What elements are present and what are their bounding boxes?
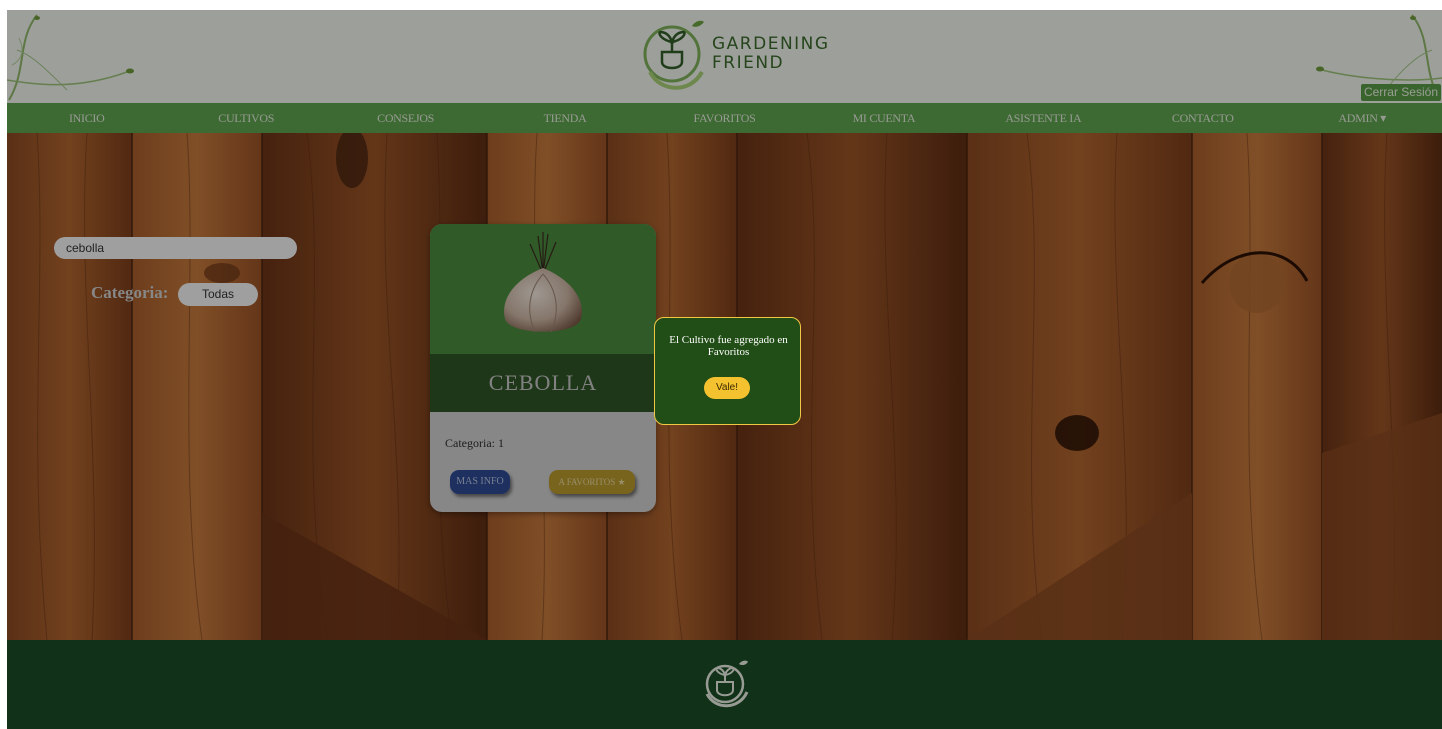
nav-item-inicio[interactable]: INICIO [7, 103, 166, 133]
category-label: Categoria: [91, 283, 169, 302]
nav-item-contacto[interactable]: CONTACTO [1123, 103, 1282, 133]
onion-image [504, 232, 582, 333]
add-favorites-button[interactable]: A FAVORITOS ★ [549, 470, 635, 494]
category-select[interactable]: Todas [178, 283, 258, 306]
crop-card: CEBOLLA Categoria: 1 MAS INFO A FAVORITO… [430, 224, 656, 512]
favorites-confirmation-dialog: El Cultivo fue agregado en Favoritos Val… [654, 317, 801, 425]
site-header: GARDENING FRIEND Cerrar Sesión [7, 10, 1442, 103]
crop-title-band: CEBOLLA [430, 354, 656, 412]
more-info-button[interactable]: MAS INFO [450, 470, 510, 494]
nav-item-cultivos[interactable]: CULTIVOS [166, 103, 325, 133]
brand-name-line2: FRIEND [712, 53, 785, 73]
sprout-logo-icon [643, 20, 704, 90]
brand-logo[interactable]: GARDENING FRIEND [640, 12, 830, 98]
dialog-ok-button[interactable]: Vale! [704, 377, 750, 399]
logout-button[interactable]: Cerrar Sesión [1360, 84, 1441, 101]
nav-item-asistente-ia[interactable]: ASISTENTE IA [964, 103, 1123, 133]
nav-item-consejos[interactable]: CONSEJOS [326, 103, 485, 133]
nav-item-tienda[interactable]: TIENDA [485, 103, 644, 133]
decorative-vine-left [7, 14, 134, 101]
crop-image [430, 224, 656, 354]
main-nav: INICIO CULTIVOS CONSEJOS TIENDA FAVORITO… [7, 103, 1442, 133]
page: GARDENING FRIEND Cerrar Sesión INICIO CU… [7, 10, 1442, 729]
search-input[interactable] [54, 237, 297, 259]
sprout-logo-icon [705, 660, 749, 708]
nav-item-admin[interactable]: ADMIN ▾ [1283, 103, 1442, 133]
nav-item-favoritos[interactable]: FAVORITOS [645, 103, 804, 133]
crop-category: Categoria: 1 [445, 436, 504, 450]
dialog-message: El Cultivo fue agregado en Favoritos [669, 334, 788, 358]
nav-item-mi-cuenta[interactable]: MI CUENTA [804, 103, 963, 133]
brand-name-line1: GARDENING [712, 34, 830, 54]
crop-title: CEBOLLA [488, 370, 598, 395]
site-footer [7, 640, 1442, 729]
